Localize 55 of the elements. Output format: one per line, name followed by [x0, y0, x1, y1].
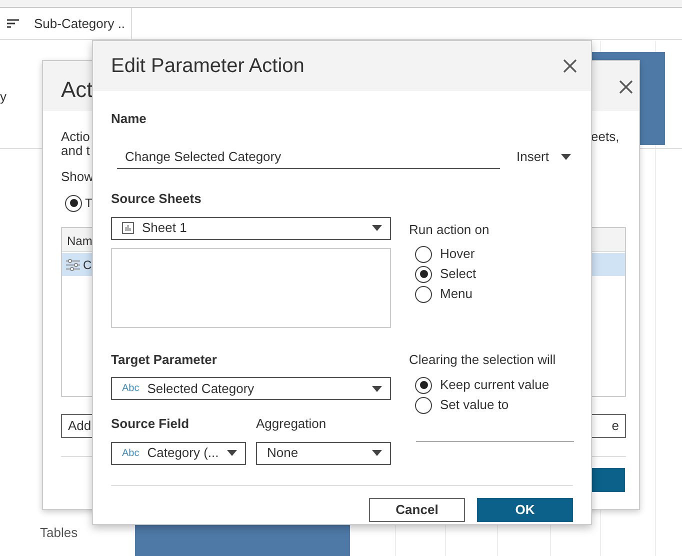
radio-option[interactable]: T [65, 193, 92, 213]
section-label: Aggregation [256, 416, 326, 431]
close-icon [619, 80, 633, 94]
section-label: Source Sheets [111, 190, 202, 208]
radio-label: T [85, 195, 92, 212]
field-dropdown[interactable]: Abc Category (... [111, 442, 246, 464]
column-header: Sub-Category .. [34, 14, 126, 33]
type-tag: Abc [122, 381, 140, 396]
sheet-dropdown[interactable]: Sheet 1 [111, 216, 391, 240]
caret-icon [227, 450, 237, 456]
radio-option[interactable]: Keep current value [415, 375, 574, 395]
section-label: Target Parameter [111, 350, 217, 369]
radio-button[interactable] [415, 286, 432, 302]
radio-button[interactable] [415, 246, 432, 262]
name-field[interactable]: Change Selected Category [117, 144, 500, 169]
field-label: Name [111, 110, 146, 128]
radio-label: Select [440, 265, 476, 284]
insert-dropdown[interactable]: Insert [514, 148, 573, 166]
row-label: Tables [40, 524, 78, 542]
close-icon [563, 59, 577, 73]
close-button[interactable] [561, 57, 579, 75]
ok-button[interactable]: OK [477, 498, 573, 522]
section-label: Run action on [409, 222, 490, 236]
description-text: eets, [591, 128, 620, 146]
radio-button[interactable] [415, 266, 432, 282]
close-button[interactable] [617, 78, 635, 96]
aggregation-dropdown[interactable]: None [256, 442, 391, 464]
radio-button[interactable] [65, 194, 82, 212]
dialog-title: Edit Parameter Action [111, 54, 304, 79]
section-label: Clearing the selection will [409, 352, 556, 366]
column-header: Nam [67, 233, 92, 250]
radio-option[interactable]: Set value to [415, 395, 574, 415]
caret-icon [372, 386, 382, 392]
dialog-title: Act [61, 76, 93, 104]
cancel-button[interactable]: Cancel [369, 498, 465, 522]
radio-label: Menu [440, 285, 473, 304]
radio-label: Set value to [440, 396, 509, 414]
radio-option[interactable]: Hover [415, 244, 490, 264]
type-tag: Abc [122, 446, 140, 460]
caret-icon [372, 225, 382, 231]
show-label: Show [61, 168, 94, 186]
axis-label: y [0, 88, 6, 106]
radio-label: Hover [440, 245, 475, 264]
parameter-dropdown[interactable]: Abc Selected Category [111, 377, 391, 400]
radio-label: Keep current value [440, 376, 550, 394]
radio-option[interactable]: Select [415, 264, 490, 284]
radio-option[interactable]: Menu [415, 284, 490, 304]
sliders-icon [66, 259, 80, 271]
caret-icon [561, 154, 571, 160]
sort-icon [7, 19, 19, 28]
radio-button[interactable] [415, 376, 432, 394]
radio-button[interactable] [415, 396, 432, 414]
bar-chart-icon [122, 222, 134, 234]
table-cell-text: C [83, 257, 92, 274]
caret-icon [372, 450, 382, 456]
